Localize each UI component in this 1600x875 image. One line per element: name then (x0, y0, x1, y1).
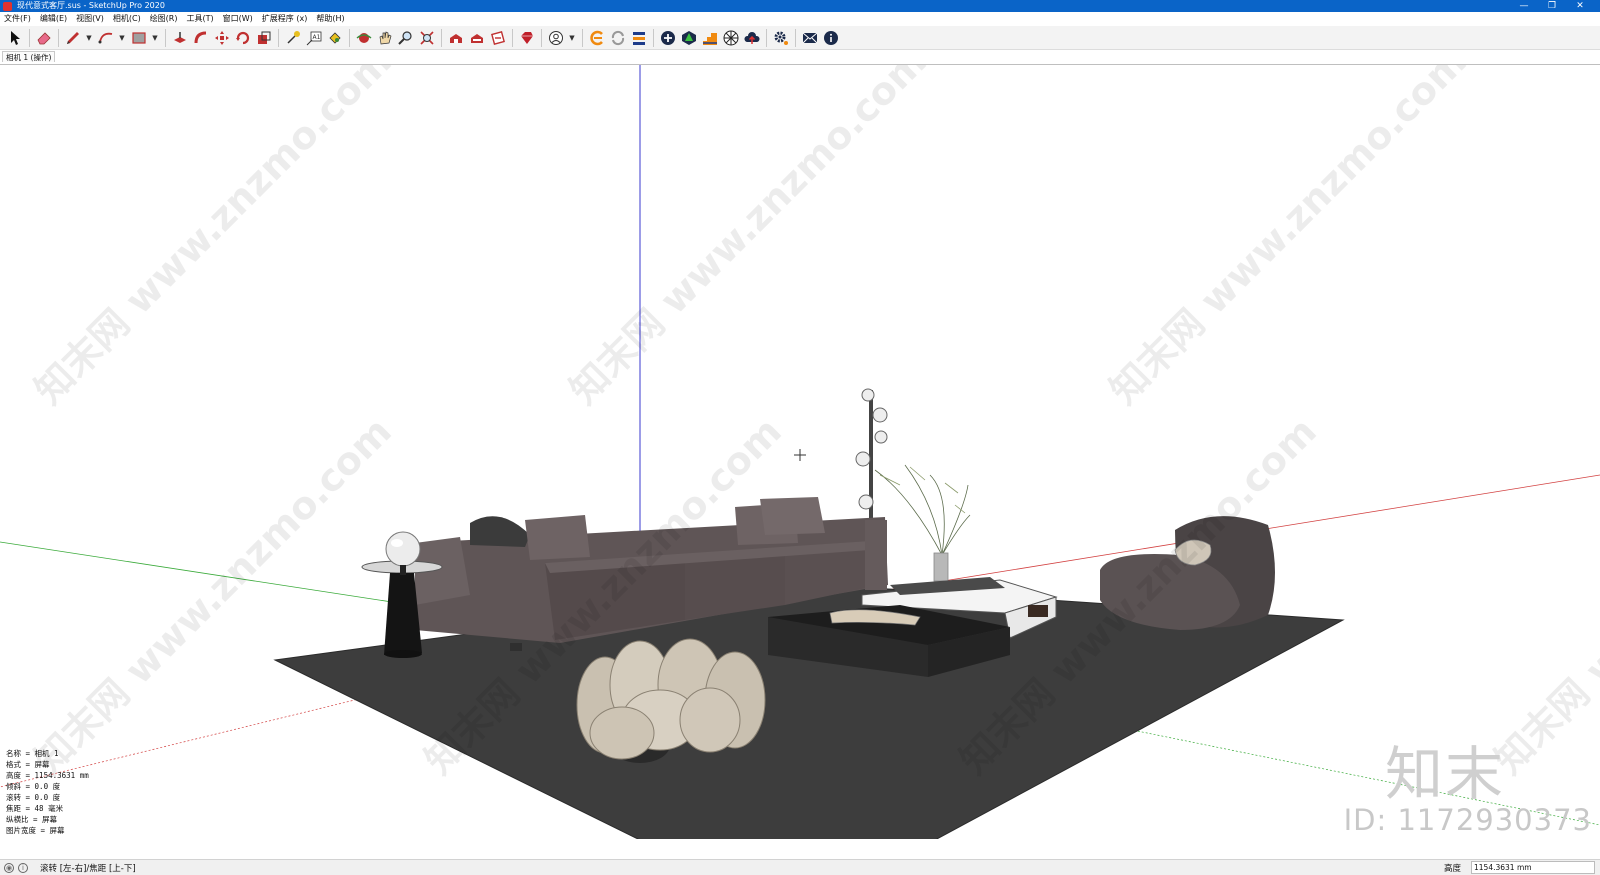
sphere-grid-icon[interactable] (722, 29, 740, 47)
follow-me-icon[interactable] (192, 29, 210, 47)
title-bar: 现代意式客厅.sus - SketchUp Pro 2020 — ❐ ✕ (0, 0, 1600, 12)
camera-info-panel: 名称 = 相机 1 格式 = 屏幕 高度 = 1154.3631 mm 倾斜 =… (6, 748, 89, 836)
scale-icon[interactable] (255, 29, 273, 47)
account-dropdown-arrow[interactable]: ▼ (568, 29, 576, 47)
cloud-upload-icon[interactable] (743, 29, 761, 47)
pencil-dropdown-arrow[interactable]: ▼ (85, 29, 93, 47)
stairs-icon[interactable] (701, 29, 719, 47)
menu-camera[interactable]: 相机(C) (113, 13, 141, 25)
menu-view[interactable]: 视图(V) (76, 13, 104, 25)
move-icon[interactable] (213, 29, 231, 47)
refresh-icon[interactable] (609, 29, 627, 47)
minimize-button[interactable]: — (1510, 0, 1538, 12)
svg-text:A1: A1 (313, 34, 321, 41)
pan-hand-icon[interactable] (376, 29, 394, 47)
plugin-e-icon[interactable] (588, 29, 606, 47)
menu-file[interactable]: 文件(F) (4, 13, 31, 25)
account-icon[interactable] (547, 29, 565, 47)
camera-info-line: 焦距 = 48 毫米 (6, 804, 64, 813)
window-title: 现代意式客厅.sus - SketchUp Pro 2020 (17, 1, 165, 10)
camera-info-line: 名称 = 相机 1 (6, 749, 59, 758)
close-button[interactable]: ✕ (1566, 0, 1594, 12)
restore-button[interactable]: ❐ (1538, 0, 1566, 12)
arc-dropdown-arrow[interactable]: ▼ (118, 29, 126, 47)
menu-window[interactable]: 窗口(W) (223, 13, 253, 25)
pencil-line-icon[interactable] (64, 29, 82, 47)
camera-info-line: 格式 = 屏幕 (6, 760, 50, 769)
geo-location-icon[interactable]: ◉ (4, 862, 14, 873)
select-arrow-icon[interactable] (6, 29, 24, 47)
menu-tools[interactable]: 工具(T) (187, 13, 214, 25)
menu-bar: 文件(F) 编辑(E) 视图(V) 相机(C) 绘图(R) 工具(T) 窗口(W… (0, 13, 354, 25)
tape-measure-icon[interactable] (284, 29, 302, 47)
status-bar: ◉ i 滚转 [左-右]/焦距 [上-下] 高度 1154.3631 mm (0, 859, 1600, 875)
credits-icon[interactable]: i (18, 862, 28, 873)
measurement-label: 高度 (1444, 864, 1462, 874)
sketchup-window: 现代意式客厅.sus - SketchUp Pro 2020 — ❐ ✕ 文件(… (0, 0, 1600, 875)
model-viewport[interactable]: 知末网 www.znzmo.com 知末网 www.znzmo.com 知末网 … (0, 64, 1600, 839)
arc-icon[interactable] (97, 29, 115, 47)
zoom-icon[interactable] (397, 29, 415, 47)
measurement-field[interactable]: 1154.3631 mm (1471, 861, 1595, 874)
text-label-icon[interactable]: A1 (305, 29, 323, 47)
crosshair-cursor-icon (794, 449, 806, 461)
ruby-extension-icon[interactable] (518, 29, 536, 47)
paint-bucket-icon[interactable] (326, 29, 344, 47)
brand-logo: 知末 (1384, 740, 1505, 808)
camera-info-line: 纵横比 = 屏幕 (6, 815, 58, 824)
orbit-icon[interactable] (355, 29, 373, 47)
main-toolbar: ▼ ▼ ▼ A1 ▼ (0, 26, 1600, 50)
settings-gear-icon[interactable] (772, 29, 790, 47)
add-circle-icon[interactable] (659, 29, 677, 47)
knot-pouf (576, 638, 766, 763)
menu-extensions[interactable]: 扩展程序 (x) (262, 13, 308, 25)
rectangle-icon[interactable] (130, 29, 148, 47)
menu-help[interactable]: 帮助(H) (316, 13, 344, 25)
zoom-extents-icon[interactable] (418, 29, 436, 47)
camera-info-line: 倾斜 = 0.0 度 (6, 782, 61, 791)
info-icon[interactable] (822, 29, 840, 47)
sketchup-logo-icon (3, 1, 12, 11)
camera-info-line: 高度 = 1154.3631 mm (6, 771, 89, 780)
warehouse-icon[interactable] (447, 29, 465, 47)
layers-icon[interactable] (630, 29, 648, 47)
camera-info-line: 滚转 = 0.0 度 (6, 793, 61, 802)
scene-tab[interactable]: 相机 1 (操作) (2, 51, 56, 62)
status-hint: 滚转 [左-右]/焦距 [上-下] (40, 863, 136, 874)
push-pull-icon[interactable] (171, 29, 189, 47)
camera-info-line: 图片宽度 = 屏幕 (6, 826, 65, 835)
layout-icon[interactable] (489, 29, 507, 47)
menu-draw[interactable]: 绘图(R) (150, 13, 178, 25)
rotate-icon[interactable] (234, 29, 252, 47)
mail-icon[interactable] (801, 29, 819, 47)
eraser-icon[interactable] (35, 29, 53, 47)
tree-icon[interactable] (680, 29, 698, 47)
extension-warehouse-icon[interactable] (468, 29, 486, 47)
model-id: ID: 1172930373 (1343, 803, 1592, 837)
shape-dropdown-arrow[interactable]: ▼ (151, 29, 159, 47)
menu-edit[interactable]: 编辑(E) (40, 13, 67, 25)
plant-vase (874, 464, 971, 582)
